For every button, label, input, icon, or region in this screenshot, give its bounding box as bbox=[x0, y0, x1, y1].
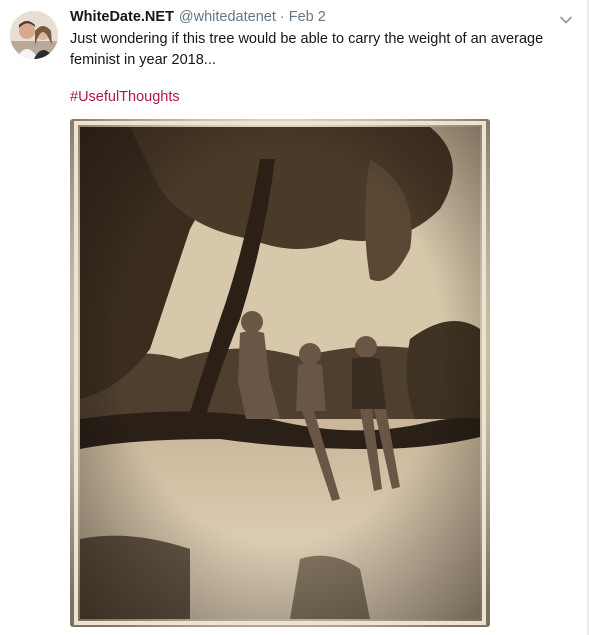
tweet-date[interactable]: Feb 2 bbox=[289, 9, 326, 25]
tweet-photo[interactable] bbox=[70, 119, 490, 627]
chevron-down-icon[interactable] bbox=[559, 13, 573, 27]
user-handle[interactable]: @whitedatenet bbox=[179, 9, 276, 25]
separator: · bbox=[279, 9, 285, 25]
tweet-header: WhiteDate.NET @whitedatenet · Feb 2 bbox=[70, 9, 569, 29]
hashtag-link[interactable]: #UsefulThoughts bbox=[70, 89, 180, 105]
avatar[interactable] bbox=[10, 11, 58, 59]
tweet-text: Just wondering if this tree would be abl… bbox=[70, 31, 544, 68]
display-name[interactable]: WhiteDate.NET bbox=[70, 9, 174, 25]
